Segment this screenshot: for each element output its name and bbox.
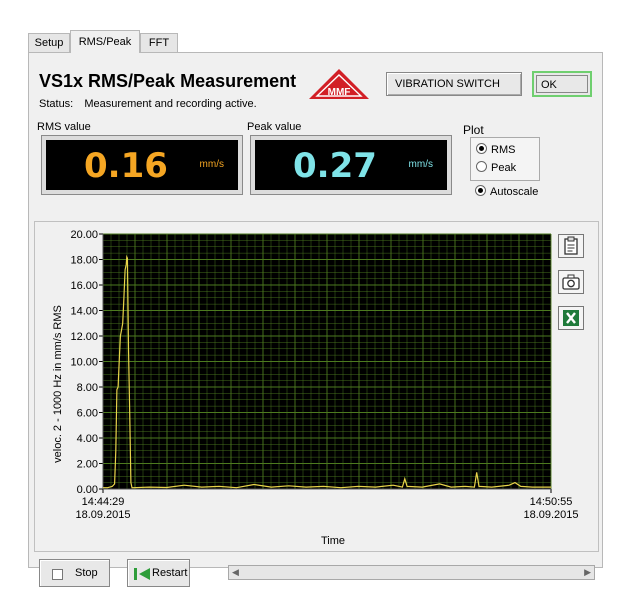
rms-display: 0.16 mm/s: [41, 135, 243, 195]
ok-indicator: OK: [532, 71, 592, 97]
vibration-switch-indicator: VIBRATION SWITCH: [386, 72, 522, 96]
y-axis-label: veloc. 2 - 1000 Hz in mm/s RMS: [52, 305, 64, 463]
plot-peak-radio[interactable]: Peak: [476, 161, 516, 174]
peak-value-label: Peak value: [247, 121, 302, 133]
rms-peak-panel: VS1x RMS/Peak Measurement Status: Measur…: [28, 52, 603, 587]
tab-rms-peak[interactable]: RMS/Peak: [70, 30, 140, 53]
clipboard-button[interactable]: [558, 234, 584, 258]
x-axis-label: Time: [321, 535, 345, 547]
restart-icon: [134, 568, 150, 580]
plot-peak-label: Peak: [491, 162, 517, 174]
company-logo: MMF: [309, 69, 369, 99]
y-tick-label: 20.00: [70, 229, 98, 241]
excel-icon: [563, 310, 579, 326]
y-tick-label: 8.00: [77, 382, 98, 394]
rms-unit: mm/s: [199, 159, 224, 170]
tab-setup[interactable]: Setup: [28, 33, 70, 52]
x-tick-label-date: 18.09.2015: [75, 509, 130, 521]
stop-checkbox-icon: [52, 569, 63, 580]
x-tick-label-time: 14:50:55: [530, 496, 573, 508]
y-tick-label: 10.00: [70, 357, 98, 369]
radio-dot: [476, 161, 487, 172]
app-window: Setup RMS/Peak FFT VS1x RMS/Peak Measure…: [28, 30, 603, 587]
chart-area: 0.00 2.00 4.00 6.00 8.00 10.00 12.00 14.00 16.00…: [34, 221, 599, 552]
y-tick-label: 12.00: [70, 331, 98, 343]
page-title: VS1x RMS/Peak Measurement: [39, 71, 297, 91]
x-tick-label-time: 14:44:29: [82, 496, 125, 508]
scroll-right-icon[interactable]: ▶: [584, 567, 591, 578]
tab-fft[interactable]: FFT: [140, 33, 178, 52]
velocity-chart: 0.00 2.00 4.00 6.00 8.00 10.00 12.00 14.00 16.00…: [52, 229, 579, 547]
plot-label: Plot: [463, 123, 484, 137]
scroll-left-icon[interactable]: ◀: [232, 567, 239, 578]
peak-display: 0.27 mm/s: [250, 135, 452, 195]
y-tick-label: 14.00: [70, 306, 98, 318]
export-excel-button[interactable]: [558, 306, 584, 330]
y-tick-label: 4.00: [77, 433, 98, 445]
x-tick-label-date: 18.09.2015: [523, 509, 578, 521]
plot-rms-radio[interactable]: RMS: [476, 143, 515, 156]
rms-value-label: RMS value: [37, 121, 91, 133]
time-scrollbar[interactable]: ◀ ▶: [228, 565, 595, 580]
snapshot-button[interactable]: [558, 270, 584, 294]
radio-dot: [476, 143, 487, 154]
autoscale-radio[interactable]: Autoscale: [475, 185, 538, 198]
svg-text:MMF: MMF: [328, 87, 351, 98]
y-tick-label: 2.00: [77, 459, 98, 471]
radio-dot: [475, 185, 486, 196]
y-tick-label: 0.00: [77, 484, 98, 496]
y-tick-label: 6.00: [77, 408, 98, 420]
restart-button[interactable]: Restart: [127, 559, 190, 587]
y-tick-label: 16.00: [70, 280, 98, 292]
status-text: Measurement and recording active.: [84, 98, 257, 110]
rms-value: 0.16: [84, 146, 168, 186]
stop-button[interactable]: Stop: [39, 559, 110, 587]
y-tick-label: 18.00: [70, 255, 98, 267]
autoscale-label: Autoscale: [490, 186, 539, 198]
peak-value: 0.27: [293, 146, 377, 186]
clipboard-icon: [564, 236, 578, 255]
restart-label: Restart: [152, 567, 188, 579]
camera-icon: [562, 274, 580, 290]
ok-label: OK: [536, 75, 588, 93]
stop-label: Stop: [75, 567, 98, 579]
status-line: Status: Measurement and recording active…: [39, 98, 257, 110]
status-label: Status:: [39, 98, 74, 110]
peak-unit: mm/s: [408, 159, 433, 170]
plot-rms-label: RMS: [491, 144, 516, 156]
